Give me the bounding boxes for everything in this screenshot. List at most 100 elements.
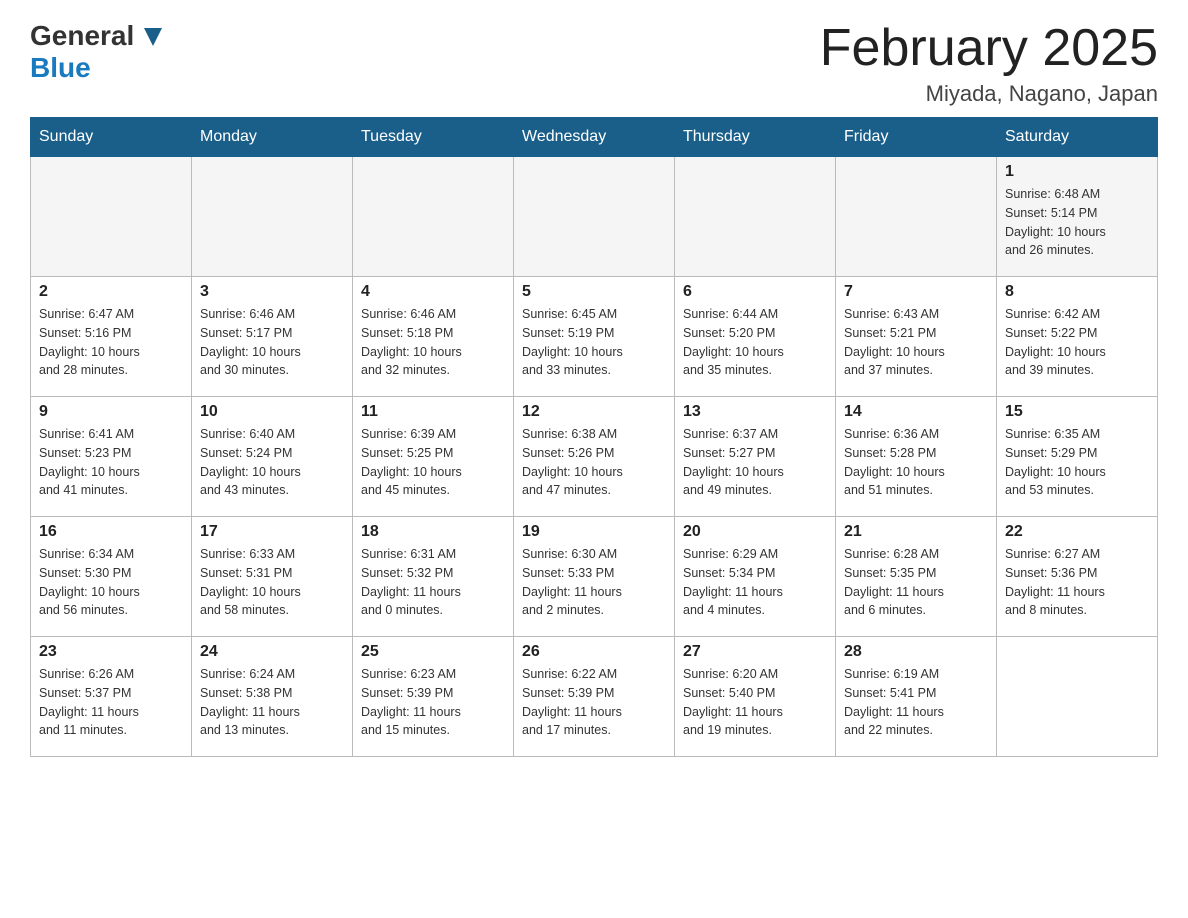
calendar-cell: 21 Sunrise: 6:28 AM Sunset: 5:35 PM Dayli… (836, 517, 997, 637)
calendar-cell: 3 Sunrise: 6:46 AM Sunset: 5:17 PM Daylig… (192, 277, 353, 397)
weekday-header-wednesday: Wednesday (514, 118, 675, 157)
day-info: Sunrise: 6:27 AM Sunset: 5:36 PM Dayligh… (1005, 545, 1149, 620)
calendar-cell: 12 Sunrise: 6:38 AM Sunset: 5:26 PM Dayli… (514, 397, 675, 517)
calendar-cell: 18 Sunrise: 6:31 AM Sunset: 5:32 PM Dayli… (353, 517, 514, 637)
day-info: Sunrise: 6:47 AM Sunset: 5:16 PM Dayligh… (39, 305, 183, 380)
day-number: 14 (844, 403, 988, 421)
day-info: Sunrise: 6:31 AM Sunset: 5:32 PM Dayligh… (361, 545, 505, 620)
day-info: Sunrise: 6:30 AM Sunset: 5:33 PM Dayligh… (522, 545, 666, 620)
weekday-row: SundayMondayTuesdayWednesdayThursdayFrid… (31, 118, 1158, 157)
calendar-cell (997, 637, 1158, 757)
weekday-header-monday: Monday (192, 118, 353, 157)
calendar-cell (675, 157, 836, 277)
page-title: February 2025 (820, 20, 1158, 77)
weekday-header-saturday: Saturday (997, 118, 1158, 157)
day-number: 16 (39, 523, 183, 541)
calendar-cell: 4 Sunrise: 6:46 AM Sunset: 5:18 PM Daylig… (353, 277, 514, 397)
logo-line1: General (30, 20, 162, 52)
calendar-table: SundayMondayTuesdayWednesdayThursdayFrid… (30, 117, 1158, 757)
weekday-header-sunday: Sunday (31, 118, 192, 157)
day-number: 17 (200, 523, 344, 541)
calendar-cell: 26 Sunrise: 6:22 AM Sunset: 5:39 PM Dayli… (514, 637, 675, 757)
day-info: Sunrise: 6:36 AM Sunset: 5:28 PM Dayligh… (844, 425, 988, 500)
logo-line2: Blue (30, 52, 91, 84)
calendar-cell: 15 Sunrise: 6:35 AM Sunset: 5:29 PM Dayli… (997, 397, 1158, 517)
calendar-cell: 17 Sunrise: 6:33 AM Sunset: 5:31 PM Dayli… (192, 517, 353, 637)
day-info: Sunrise: 6:38 AM Sunset: 5:26 PM Dayligh… (522, 425, 666, 500)
day-info: Sunrise: 6:20 AM Sunset: 5:40 PM Dayligh… (683, 665, 827, 740)
day-info: Sunrise: 6:29 AM Sunset: 5:34 PM Dayligh… (683, 545, 827, 620)
calendar-cell: 7 Sunrise: 6:43 AM Sunset: 5:21 PM Daylig… (836, 277, 997, 397)
calendar-cell: 19Sunrise: 6:30 AM Sunset: 5:33 PM Dayli… (514, 517, 675, 637)
calendar-cell (31, 157, 192, 277)
calendar-cell (514, 157, 675, 277)
day-number: 11 (361, 403, 505, 421)
calendar-body: 1 Sunrise: 6:48 AM Sunset: 5:14 PM Daylig… (31, 157, 1158, 757)
day-number: 22 (1005, 523, 1149, 541)
day-number: 12 (522, 403, 666, 421)
day-info: Sunrise: 6:33 AM Sunset: 5:31 PM Dayligh… (200, 545, 344, 620)
calendar-cell (836, 157, 997, 277)
calendar-cell: 8 Sunrise: 6:42 AM Sunset: 5:22 PM Daylig… (997, 277, 1158, 397)
day-number: 13 (683, 403, 827, 421)
calendar-cell: 28 Sunrise: 6:19 AM Sunset: 5:41 PM Dayli… (836, 637, 997, 757)
page-header: General Blue February 2025 Miyada, Nagan… (30, 20, 1158, 107)
weekday-header-thursday: Thursday (675, 118, 836, 157)
day-number: 10 (200, 403, 344, 421)
calendar-cell: 11 Sunrise: 6:39 AM Sunset: 5:25 PM Dayli… (353, 397, 514, 517)
title-block: February 2025 Miyada, Nagano, Japan (820, 20, 1158, 107)
day-info: Sunrise: 6:35 AM Sunset: 5:29 PM Dayligh… (1005, 425, 1149, 500)
day-info: Sunrise: 6:28 AM Sunset: 5:35 PM Dayligh… (844, 545, 988, 620)
calendar-cell: 5Sunrise: 6:45 AM Sunset: 5:19 PM Daylig… (514, 277, 675, 397)
day-number: 4 (361, 283, 505, 301)
calendar-cell: 10Sunrise: 6:40 AM Sunset: 5:24 PM Dayli… (192, 397, 353, 517)
day-number: 26 (522, 643, 666, 661)
day-number: 2 (39, 283, 183, 301)
day-info: Sunrise: 6:44 AM Sunset: 5:20 PM Dayligh… (683, 305, 827, 380)
calendar-cell: 16 Sunrise: 6:34 AM Sunset: 5:30 PM Dayli… (31, 517, 192, 637)
day-number: 6 (683, 283, 827, 301)
weekday-header-friday: Friday (836, 118, 997, 157)
day-info: Sunrise: 6:48 AM Sunset: 5:14 PM Dayligh… (1005, 185, 1149, 260)
day-number: 23 (39, 643, 183, 661)
day-number: 21 (844, 523, 988, 541)
day-info: Sunrise: 6:34 AM Sunset: 5:30 PM Dayligh… (39, 545, 183, 620)
day-info: Sunrise: 6:43 AM Sunset: 5:21 PM Dayligh… (844, 305, 988, 380)
calendar-cell: 1 Sunrise: 6:48 AM Sunset: 5:14 PM Daylig… (997, 157, 1158, 277)
calendar-week-1: 2 Sunrise: 6:47 AM Sunset: 5:16 PM Daylig… (31, 277, 1158, 397)
weekday-header-tuesday: Tuesday (353, 118, 514, 157)
day-number: 1 (1005, 163, 1149, 181)
day-info: Sunrise: 6:46 AM Sunset: 5:17 PM Dayligh… (200, 305, 344, 380)
day-info: Sunrise: 6:45 AM Sunset: 5:19 PM Dayligh… (522, 305, 666, 380)
day-number: 8 (1005, 283, 1149, 301)
calendar-header: SundayMondayTuesdayWednesdayThursdayFrid… (31, 118, 1158, 157)
calendar-cell: 20 Sunrise: 6:29 AM Sunset: 5:34 PM Dayli… (675, 517, 836, 637)
day-info: Sunrise: 6:41 AM Sunset: 5:23 PM Dayligh… (39, 425, 183, 500)
day-number: 15 (1005, 403, 1149, 421)
calendar-cell: 9 Sunrise: 6:41 AM Sunset: 5:23 PM Daylig… (31, 397, 192, 517)
calendar-cell: 27Sunrise: 6:20 AM Sunset: 5:40 PM Dayli… (675, 637, 836, 757)
calendar-cell: 13Sunrise: 6:37 AM Sunset: 5:27 PM Dayli… (675, 397, 836, 517)
day-info: Sunrise: 6:46 AM Sunset: 5:18 PM Dayligh… (361, 305, 505, 380)
logo: General Blue (30, 20, 162, 84)
day-info: Sunrise: 6:22 AM Sunset: 5:39 PM Dayligh… (522, 665, 666, 740)
day-number: 9 (39, 403, 183, 421)
day-info: Sunrise: 6:39 AM Sunset: 5:25 PM Dayligh… (361, 425, 505, 500)
calendar-cell: 25 Sunrise: 6:23 AM Sunset: 5:39 PM Dayli… (353, 637, 514, 757)
calendar-cell: 23Sunrise: 6:26 AM Sunset: 5:37 PM Dayli… (31, 637, 192, 757)
calendar-cell: 24Sunrise: 6:24 AM Sunset: 5:38 PM Dayli… (192, 637, 353, 757)
day-number: 7 (844, 283, 988, 301)
day-number: 25 (361, 643, 505, 661)
calendar-cell: 2 Sunrise: 6:47 AM Sunset: 5:16 PM Daylig… (31, 277, 192, 397)
calendar-week-3: 16 Sunrise: 6:34 AM Sunset: 5:30 PM Dayli… (31, 517, 1158, 637)
day-number: 18 (361, 523, 505, 541)
day-info: Sunrise: 6:19 AM Sunset: 5:41 PM Dayligh… (844, 665, 988, 740)
day-number: 28 (844, 643, 988, 661)
day-info: Sunrise: 6:42 AM Sunset: 5:22 PM Dayligh… (1005, 305, 1149, 380)
page-subtitle: Miyada, Nagano, Japan (820, 81, 1158, 107)
day-info: Sunrise: 6:23 AM Sunset: 5:39 PM Dayligh… (361, 665, 505, 740)
calendar-week-4: 23Sunrise: 6:26 AM Sunset: 5:37 PM Dayli… (31, 637, 1158, 757)
day-number: 3 (200, 283, 344, 301)
day-number: 20 (683, 523, 827, 541)
calendar-cell (192, 157, 353, 277)
